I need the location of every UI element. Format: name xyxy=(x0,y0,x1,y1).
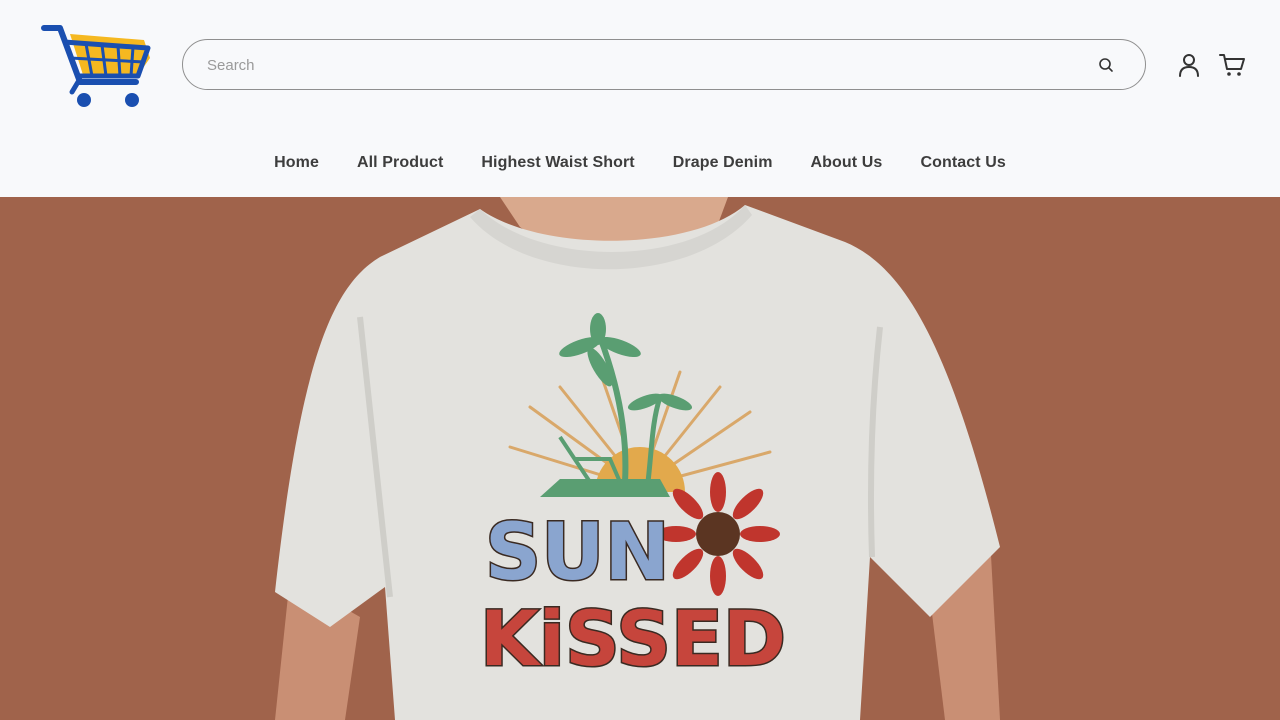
hero-banner[interactable]: SUN KiSSED xyxy=(0,197,1280,720)
search-icon[interactable] xyxy=(1097,56,1115,74)
nav-about-us[interactable]: About Us xyxy=(811,154,883,180)
shirt-text-line2: KiSSED xyxy=(480,594,786,683)
site-header: Home All Product Highest Waist Short Dra… xyxy=(0,0,1280,197)
main-nav: Home All Product Highest Waist Short Dra… xyxy=(0,154,1280,180)
search-input[interactable] xyxy=(207,52,1067,78)
cart-icon[interactable] xyxy=(1218,52,1246,78)
nav-drape-denim[interactable]: Drape Denim xyxy=(673,154,773,180)
nav-home[interactable]: Home xyxy=(274,154,319,180)
shopping-cart-logo-icon xyxy=(41,25,151,107)
shopping-cart-logo[interactable] xyxy=(40,20,155,112)
shirt-text-line1: SUN xyxy=(485,508,670,598)
nav-all-product[interactable]: All Product xyxy=(357,154,443,180)
hero-tshirt-image: SUN KiSSED xyxy=(275,197,1000,720)
nav-contact-us[interactable]: Contact Us xyxy=(920,154,1005,180)
search-bar xyxy=(182,39,1146,90)
user-icon[interactable] xyxy=(1176,52,1202,78)
nav-highest-waist-short[interactable]: Highest Waist Short xyxy=(481,154,634,180)
